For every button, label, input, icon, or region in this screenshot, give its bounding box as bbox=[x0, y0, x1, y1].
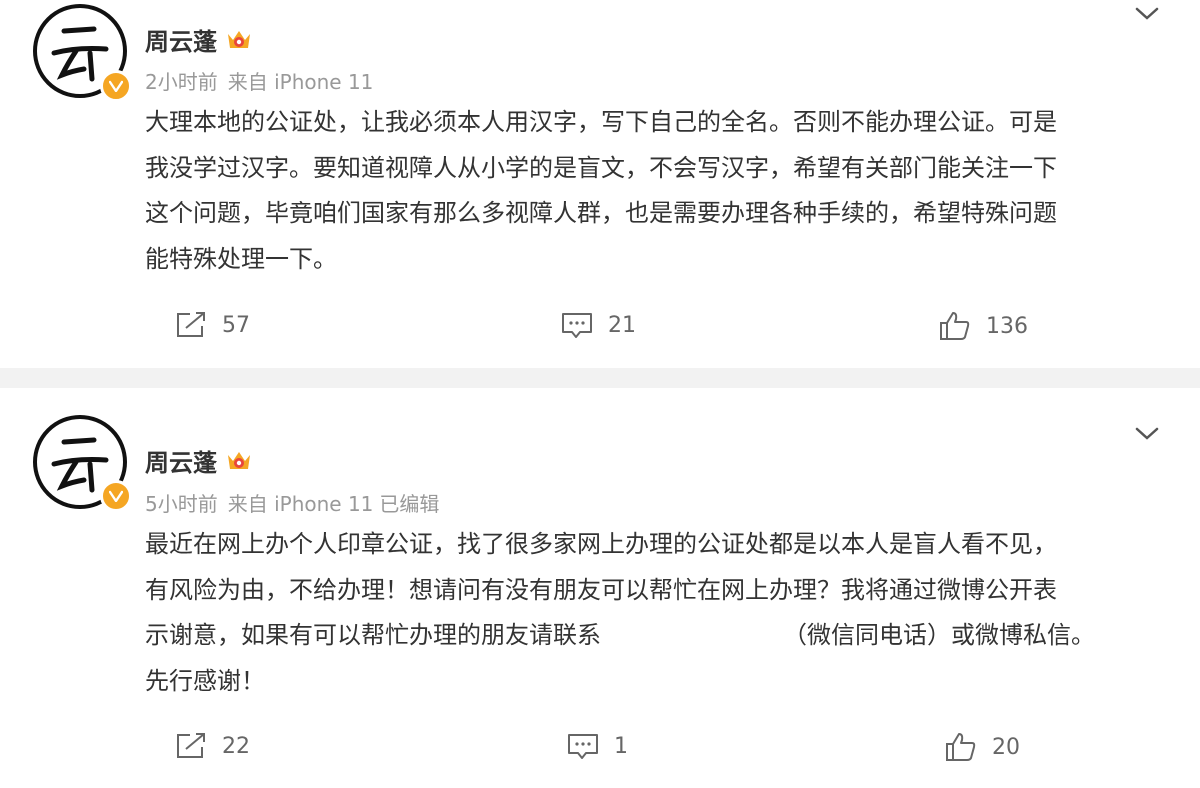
post-time[interactable]: 2小时前 bbox=[145, 66, 218, 95]
post-time[interactable]: 5小时前 bbox=[145, 488, 218, 517]
comment-icon bbox=[568, 734, 598, 759]
post-content: 最近在网上办个人印章公证，找了很多家网上办理的公证处都是以本人是盲人看不见， 有… bbox=[145, 522, 1155, 704]
redacted-contact bbox=[601, 621, 783, 651]
chevron-down-icon[interactable] bbox=[1134, 426, 1160, 442]
post-meta: 2小时前 来自 iPhone 11 bbox=[145, 66, 373, 95]
comment-button[interactable]: 1 bbox=[566, 731, 628, 761]
content-line: 大理本地的公证处，让我必须本人用汉字，写下自己的全名。否则不能办理公证。可是 bbox=[145, 108, 1057, 136]
crown-icon bbox=[228, 30, 250, 48]
post-source: 来自 iPhone 11 bbox=[227, 70, 374, 94]
comment-count: 21 bbox=[608, 312, 636, 338]
crown-icon bbox=[228, 451, 250, 469]
weibo-post: 周云蓬 2小时前 来自 iPhone 11 大理本地的公证处，让我必须本人用汉字… bbox=[0, 0, 1200, 368]
like-icon bbox=[940, 312, 970, 340]
post-divider bbox=[0, 368, 1200, 388]
author-name[interactable]: 周云蓬 bbox=[145, 22, 253, 57]
like-count: 136 bbox=[986, 313, 1028, 339]
author-name[interactable]: 周云蓬 bbox=[145, 443, 253, 478]
content-line: 示谢意，如果有可以帮忙办理的朋友请联系 （微信同电话）或微博私信。 bbox=[145, 613, 1155, 659]
like-icon bbox=[946, 733, 976, 761]
repost-button[interactable]: 22 bbox=[174, 731, 250, 761]
content-line: 先行感谢！ bbox=[145, 666, 265, 695]
action-bar: 57 21 136 bbox=[0, 310, 1200, 350]
post-content: 大理本地的公证处，让我必须本人用汉字，写下自己的全名。否则不能办理公证。可是 我… bbox=[145, 100, 1155, 282]
content-line: 有风险为由，不给办理！想请问有没有朋友可以帮忙在网上办理？我将通过微博公开表 bbox=[145, 575, 1057, 604]
like-button[interactable]: 20 bbox=[944, 731, 1020, 763]
post-source: 来自 iPhone 11 bbox=[227, 492, 374, 516]
like-count: 20 bbox=[992, 734, 1020, 760]
content-line: 我没学过汉字。要知道视障人从小学的是盲文，不会写汉字，希望有关部门能关注一下 bbox=[145, 153, 1057, 182]
repost-button[interactable]: 57 bbox=[174, 310, 250, 340]
verified-badge-icon bbox=[100, 480, 132, 512]
content-line: 能特殊处理一下。 bbox=[145, 244, 337, 273]
comment-button[interactable]: 21 bbox=[560, 310, 636, 340]
content-line: 最近在网上办个人印章公证，找了很多家网上办理的公证处都是以本人是盲人看不见， bbox=[145, 530, 1057, 558]
comment-icon bbox=[562, 313, 592, 338]
edited-label[interactable]: 已编辑 bbox=[379, 488, 439, 517]
content-text: 示谢意，如果有可以帮忙办理的朋友请联系 bbox=[145, 621, 601, 649]
action-bar: 22 1 20 bbox=[0, 731, 1200, 771]
repost-icon bbox=[177, 733, 205, 758]
comment-count: 1 bbox=[614, 733, 628, 759]
like-button[interactable]: 136 bbox=[938, 310, 1028, 342]
author-name-text[interactable]: 周云蓬 bbox=[145, 443, 217, 478]
author-name-text[interactable]: 周云蓬 bbox=[145, 22, 217, 57]
post-meta: 5小时前 来自 iPhone 11 已编辑 bbox=[145, 488, 439, 517]
repost-count: 57 bbox=[222, 312, 250, 338]
content-line: 这个问题，毕竟咱们国家有那么多视障人群，也是需要办理各种手续的，希望特殊问题 bbox=[145, 199, 1057, 227]
verified-badge-icon bbox=[100, 70, 132, 102]
chevron-down-icon[interactable] bbox=[1134, 6, 1160, 22]
content-text: （微信同电话）或微博私信。 bbox=[783, 621, 1095, 649]
repost-count: 22 bbox=[222, 733, 250, 759]
repost-icon bbox=[177, 312, 205, 337]
weibo-post: 周云蓬 5小时前 来自 iPhone 11 已编辑 最近在网上办个人印章公证，找… bbox=[0, 388, 1200, 788]
